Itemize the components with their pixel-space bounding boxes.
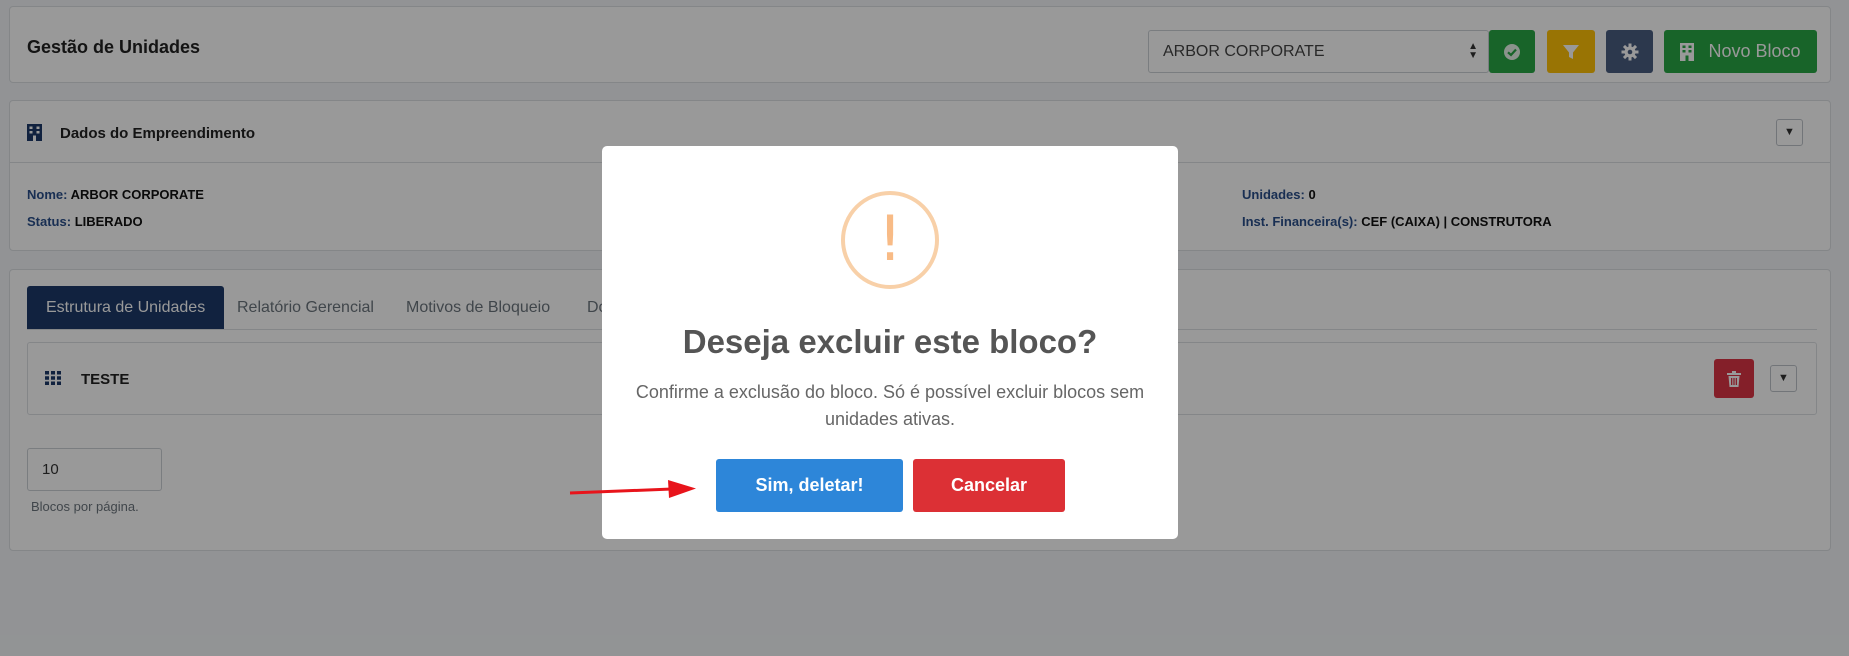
warning-icon: !	[841, 191, 939, 289]
modal-text: Confirme a exclusão do bloco. Só é possí…	[635, 382, 1145, 429]
confirm-delete-button[interactable]: Sim, deletar!	[716, 459, 903, 512]
modal-title: Deseja excluir este bloco?	[682, 323, 1098, 360]
annotation-arrow-icon	[569, 480, 696, 498]
cancel-button[interactable]: Cancelar	[913, 459, 1065, 512]
